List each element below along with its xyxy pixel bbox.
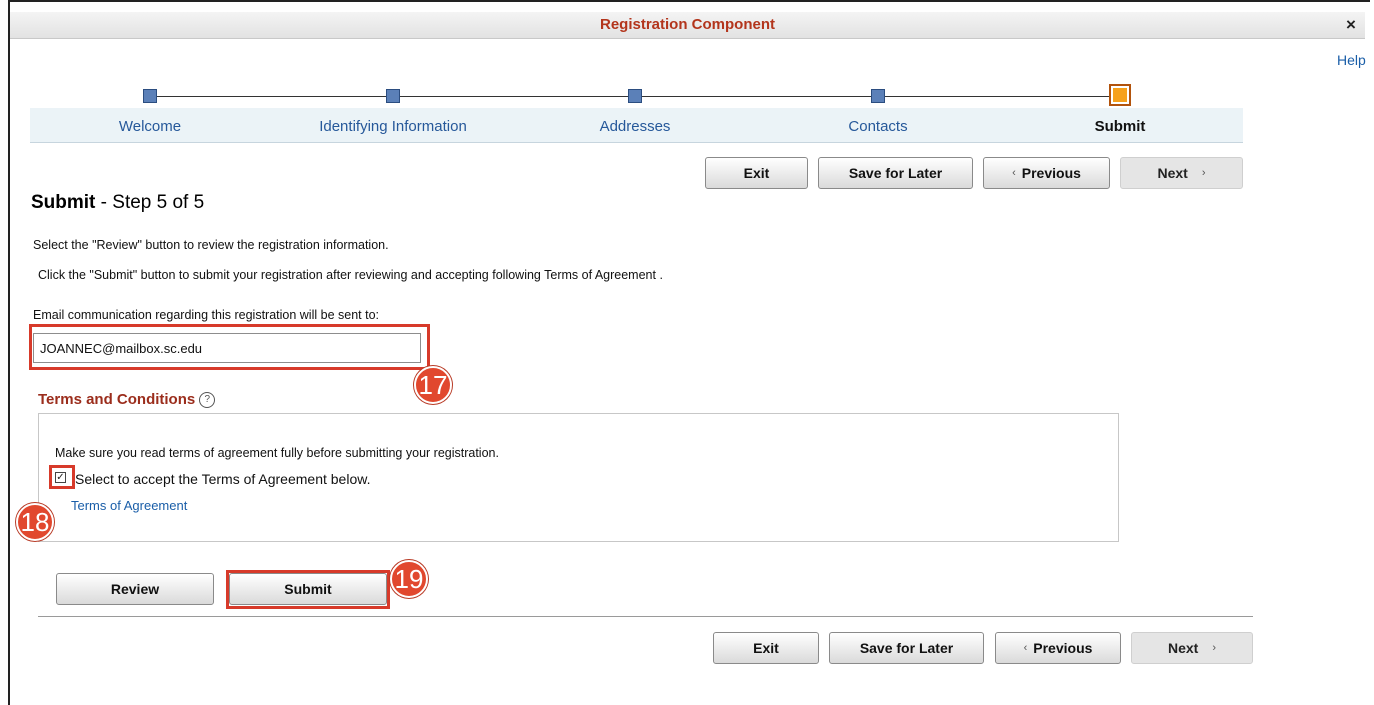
previous-label: Previous bbox=[1021, 165, 1081, 181]
instruction-submit: Click the "Submit" button to submit your… bbox=[38, 268, 663, 282]
next-button-bottom[interactable]: Next › bbox=[1131, 632, 1253, 664]
chevron-right-icon: › bbox=[1212, 642, 1217, 654]
next-label: Next bbox=[1167, 640, 1199, 656]
step-label-addresses[interactable]: Addresses bbox=[600, 118, 671, 135]
help-circle-icon[interactable]: ? bbox=[199, 392, 216, 408]
save-for-later-button-top[interactable]: Save for Later bbox=[818, 157, 973, 189]
callout-badge-18: 18 bbox=[16, 503, 54, 541]
accept-terms-label[interactable]: Select to accept the Terms of Agreement … bbox=[75, 471, 370, 487]
page-title-main: Submit bbox=[31, 192, 96, 213]
help-link[interactable]: Help bbox=[1337, 52, 1366, 68]
title-bar: Registration Component bbox=[10, 12, 1365, 39]
previous-button-bottom[interactable]: ‹ Previous bbox=[995, 632, 1121, 664]
exit-button-label: Exit bbox=[743, 165, 770, 181]
step-marker-welcome[interactable] bbox=[143, 89, 157, 103]
page-title-step: - Step 5 of 5 bbox=[95, 192, 205, 213]
callout-badge-19: 19 bbox=[390, 560, 428, 598]
exit-button-bottom[interactable]: Exit bbox=[713, 632, 819, 664]
step-label-contacts[interactable]: Contacts bbox=[848, 118, 907, 135]
terms-title: Terms and Conditions? bbox=[38, 391, 216, 408]
save-for-later-label: Save for Later bbox=[848, 165, 943, 181]
step-label-submit: Submit bbox=[1094, 118, 1146, 135]
page-title: Submit - Step 5 of 5 bbox=[31, 192, 204, 214]
step-marker-submit[interactable] bbox=[1109, 84, 1131, 106]
email-field[interactable] bbox=[33, 333, 421, 363]
submit-button[interactable]: Submit bbox=[229, 573, 387, 605]
terms-title-text: Terms and Conditions bbox=[38, 391, 196, 408]
review-label: Review bbox=[110, 581, 160, 597]
chevron-left-icon: ‹ bbox=[1012, 167, 1016, 179]
next-button-top[interactable]: Next › bbox=[1120, 157, 1243, 189]
email-label: Email communication regarding this regis… bbox=[33, 308, 379, 322]
step-marker-addresses[interactable] bbox=[628, 89, 642, 103]
save-for-later-label: Save for Later bbox=[859, 640, 954, 656]
step-label-identifying-information[interactable]: Identifying Information bbox=[319, 118, 467, 135]
exit-button-top[interactable]: Exit bbox=[705, 157, 808, 189]
accept-terms-checkbox[interactable]: ✓ bbox=[55, 472, 66, 483]
terms-of-agreement-link[interactable]: Terms of Agreement bbox=[71, 498, 187, 513]
save-for-later-button-bottom[interactable]: Save for Later bbox=[829, 632, 984, 664]
instruction-review: Select the "Review" button to review the… bbox=[33, 238, 389, 252]
chevron-right-icon: › bbox=[1201, 167, 1206, 179]
divider bbox=[38, 616, 1253, 617]
window-title: Registration Component bbox=[600, 16, 775, 33]
terms-notice: Make sure you read terms of agreement fu… bbox=[55, 446, 499, 460]
close-icon[interactable]: × bbox=[1346, 15, 1356, 35]
previous-button-top[interactable]: ‹ Previous bbox=[983, 157, 1110, 189]
callout-badge-17: 17 bbox=[414, 366, 452, 404]
step-marker-identifying-information[interactable] bbox=[386, 89, 400, 103]
submit-label: Submit bbox=[284, 581, 332, 597]
step-label-welcome[interactable]: Welcome bbox=[119, 118, 181, 135]
exit-button-label: Exit bbox=[753, 640, 779, 656]
review-button[interactable]: Review bbox=[56, 573, 214, 605]
previous-label: Previous bbox=[1033, 640, 1093, 656]
step-marker-contacts[interactable] bbox=[871, 89, 885, 103]
next-label: Next bbox=[1157, 165, 1188, 181]
chevron-left-icon: ‹ bbox=[1023, 642, 1028, 654]
